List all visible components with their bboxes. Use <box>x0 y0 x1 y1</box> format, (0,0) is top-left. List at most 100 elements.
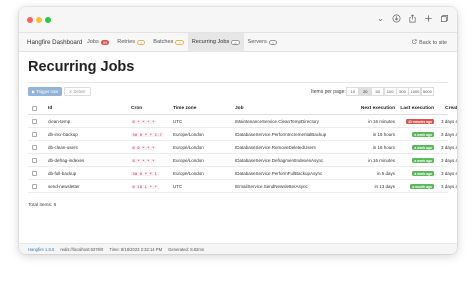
created-time: 3 days ago <box>440 171 457 176</box>
minimize-window-button[interactable] <box>36 17 42 23</box>
time-zone: Europe/London <box>173 145 204 150</box>
job-id-link[interactable]: db-full-backup <box>48 167 76 180</box>
next-execution: in 16 minutes <box>368 158 395 163</box>
jobs-count-badge: 99 <box>100 39 110 45</box>
row-checkbox[interactable] <box>32 145 37 150</box>
cron-expression: 0 10 L * * <box>131 184 159 189</box>
ipp-option-1000[interactable]: 1000 <box>408 87 422 96</box>
delete-label: Delete <box>73 89 86 94</box>
ipp-option-5000[interactable]: 5000 <box>420 87 434 96</box>
row-checkbox[interactable] <box>32 171 37 176</box>
play-icon: ▶ <box>32 89 36 94</box>
nav-recurring-jobs[interactable]: Recurring Jobs 6 <box>187 32 244 52</box>
job-method: IDatabaseService.DefragmentIndexesAsync <box>235 158 324 163</box>
job-method: IDatabaseService.PerformIncrementalBacku… <box>235 132 327 137</box>
page-title: Recurring Jobs <box>28 59 135 75</box>
table-header-row: Id Cron Time zone Job Next execution Las… <box>28 102 457 115</box>
items-per-page-label: Items per page: <box>311 89 346 95</box>
nav-batches[interactable]: Batches 0 <box>149 33 187 52</box>
table-row[interactable]: clean-temp 0 * * * * UTC IMaintenanceSer… <box>28 115 457 128</box>
nav-batches-label: Batches <box>153 39 174 45</box>
row-checkbox[interactable] <box>32 132 37 137</box>
job-method: IDatabaseService.RemoveDeletedUsers <box>235 145 316 150</box>
job-method: IMaintenanceService.CleanTempDirectory <box>235 119 320 124</box>
next-execution: in 5 days <box>376 171 395 176</box>
close-icon: ✕ <box>69 89 73 94</box>
created-time: 3 days ago <box>440 184 457 189</box>
next-execution: in 16 minutes <box>368 119 395 124</box>
col-timezone: Time zone <box>173 106 197 111</box>
retries-count-badge: 0 <box>137 39 146 46</box>
batches-count-badge: 0 <box>175 39 184 46</box>
share-icon[interactable] <box>408 14 417 23</box>
ipp-option-20[interactable]: 20 <box>358 87 372 96</box>
nav-jobs[interactable]: Jobs 99 <box>83 33 113 52</box>
select-all-checkbox[interactable] <box>32 106 37 111</box>
job-method: IEmailService.SendNewsletterAsync <box>235 184 308 189</box>
back-to-site-link[interactable]: Back to site <box>412 33 447 52</box>
table-row[interactable]: send-newsletter 0 10 L * * UTC IEmailSer… <box>28 180 457 193</box>
table-row[interactable]: db-defrag-indexes 0 * * * * Europe/Londo… <box>28 154 457 167</box>
cron-expression: 30 0 * * 2-7 <box>131 132 164 137</box>
download-icon[interactable] <box>392 14 401 23</box>
row-checkbox[interactable] <box>32 158 37 163</box>
row-checkbox[interactable] <box>32 119 37 124</box>
cron-expression: 0 * * * * <box>131 158 157 163</box>
job-id-link[interactable]: db-incr-backup <box>48 128 78 141</box>
created-time: 3 days ago <box>440 119 457 124</box>
top-navbar: Hangfire Dashboard Jobs 99 Retries 0 Bat… <box>19 32 457 52</box>
next-execution: in 13 days <box>374 184 395 189</box>
col-cron: Cron <box>131 106 143 111</box>
cron-expression: 0 * * * * <box>131 119 157 124</box>
time-zone: UTC <box>173 119 183 124</box>
table-row[interactable]: db-full-backup 30 0 * * 1 Europe/London … <box>28 167 457 180</box>
job-id-link[interactable]: db-clean-users <box>48 141 78 154</box>
nav-retries[interactable]: Retries 0 <box>113 33 149 52</box>
chevron-down-icon[interactable]: ⌄ <box>376 14 385 23</box>
col-id: Id <box>48 106 53 111</box>
time-zone: Europe/London <box>173 158 204 163</box>
col-job: Job <box>235 106 244 111</box>
trigger-now-button[interactable]: ▶ Trigger now <box>28 87 63 96</box>
nav-servers[interactable]: Servers 1 <box>244 33 282 52</box>
table-row[interactable]: db-clean-users 0 0 * * * Europe/London I… <box>28 141 457 154</box>
row-checkbox[interactable] <box>32 184 37 189</box>
table-row[interactable]: db-incr-backup 30 0 * * 2-7 Europe/Londo… <box>28 128 457 141</box>
next-execution: in 16 hours <box>372 132 395 137</box>
col-next-execution: Next execution <box>360 106 395 111</box>
job-method: IDatabaseService.PerformFullBackupAsync <box>235 171 323 176</box>
items-per-page-selector: 10 20 50 100 500 1000 5000 <box>346 87 434 96</box>
browser-window: ⌄ Hangfire Dashboard Jobs 99 Retries 0 B… <box>19 7 457 254</box>
ipp-option-500[interactable]: 500 <box>396 87 410 96</box>
close-window-button[interactable] <box>27 17 33 23</box>
recurring-count-badge: 6 <box>231 39 240 46</box>
generation-time: Generated: 8.82ms <box>168 246 204 252</box>
cron-expression: 30 0 * * 1 <box>131 171 159 176</box>
tabs-icon[interactable] <box>440 14 449 23</box>
external-link-icon <box>412 39 417 46</box>
delete-button[interactable]: ✕ Delete <box>64 87 91 96</box>
version-link[interactable]: Hangfire 1.8.5 <box>28 247 54 252</box>
total-items: Total items: 6 <box>28 203 57 208</box>
job-id-link[interactable]: db-defrag-indexes <box>48 154 84 167</box>
created-time: 3 days ago <box>440 145 457 150</box>
ipp-option-10[interactable]: 10 <box>346 87 360 96</box>
job-id-link[interactable]: clean-temp <box>48 115 70 128</box>
nav-jobs-label: Jobs <box>87 39 99 45</box>
ipp-option-100[interactable]: 100 <box>383 87 397 96</box>
plus-icon[interactable] <box>424 14 433 23</box>
title-divider <box>28 82 448 83</box>
back-to-site-label: Back to site <box>419 39 447 46</box>
time-zone: Europe/London <box>173 132 204 137</box>
time-zone: Europe/London <box>173 171 204 176</box>
nav-servers-label: Servers <box>247 39 267 45</box>
ipp-option-50[interactable]: 50 <box>371 87 385 96</box>
page-footer: Hangfire 1.8.5 redis://localhost:6379/0 … <box>19 243 457 254</box>
job-id-link[interactable]: send-newsletter <box>48 180 80 193</box>
storage-info: redis://localhost:6379/0 <box>60 246 104 252</box>
trigger-now-label: Trigger now <box>36 89 59 94</box>
zoom-window-button[interactable] <box>45 17 51 23</box>
brand-link[interactable]: Hangfire Dashboard <box>19 39 83 46</box>
servers-count-badge: 1 <box>268 39 278 46</box>
nav-recurring-jobs-label: Recurring Jobs <box>191 39 230 45</box>
